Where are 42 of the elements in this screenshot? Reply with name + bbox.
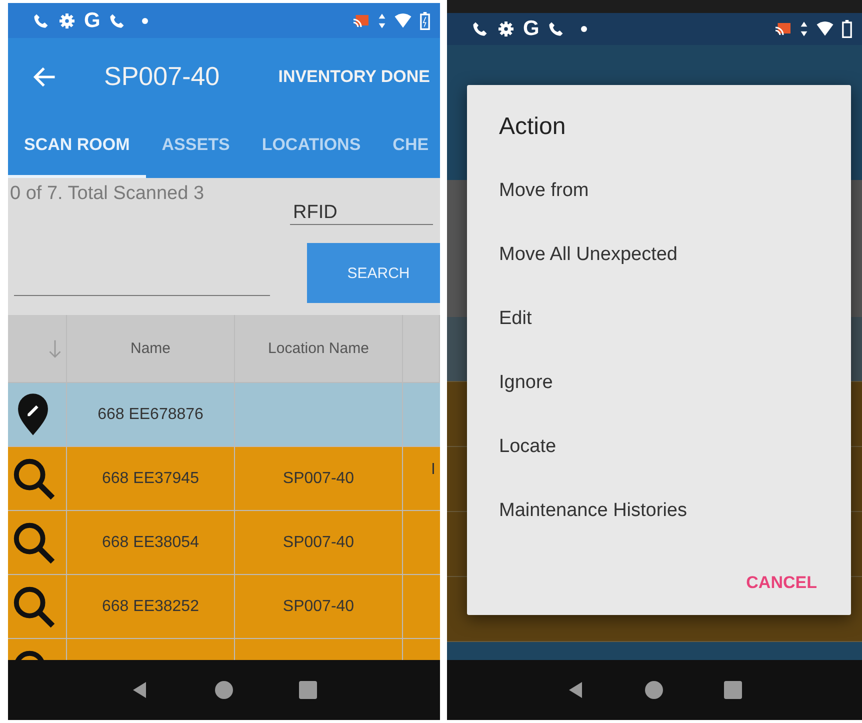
dialog-menu-item[interactable]: Move from [467, 159, 851, 223]
tab[interactable]: LOCATIONS [246, 115, 377, 178]
notification-letter: G [523, 17, 540, 41]
cast-icon [774, 20, 792, 38]
data-arrows-icon [800, 21, 808, 37]
screen-title: SP007-40 [104, 61, 220, 92]
dot-icon [581, 26, 588, 32]
phone-icon [32, 12, 50, 30]
search-icon[interactable] [12, 584, 56, 628]
dialog-title: Action [498, 113, 567, 141]
wifi-icon [816, 20, 834, 38]
search-icon[interactable] [12, 456, 56, 500]
dialog-menu-item[interactable]: Edit [467, 287, 851, 351]
recents-icon[interactable] [298, 680, 318, 700]
search-icon[interactable] [12, 520, 56, 564]
battery-icon [420, 12, 430, 30]
sort-arrow-icon [48, 338, 62, 360]
dot-icon [142, 18, 148, 24]
tab[interactable]: CHE [376, 115, 440, 178]
notification-letter: G [84, 8, 100, 32]
home-icon[interactable] [214, 680, 234, 700]
dialog-menu-item[interactable]: Move All Unexpected [467, 223, 851, 287]
phone-icon [108, 12, 126, 30]
data-arrows-icon [378, 12, 386, 28]
home-icon[interactable] [644, 680, 664, 700]
battery-icon [842, 20, 852, 38]
dialog-menu-item[interactable]: Ignore [467, 351, 851, 415]
phone-icon [547, 20, 566, 38]
cancel-button[interactable]: CANCEL [742, 569, 821, 597]
wifi-icon [394, 12, 412, 30]
dialog-menu-item[interactable]: Locate [467, 415, 851, 479]
gear-icon [58, 12, 76, 30]
inventory-done-button[interactable]: INVENTORY DONE [278, 62, 430, 90]
phone-icon [471, 20, 489, 38]
tab[interactable]: ASSETS [146, 115, 246, 178]
search-button[interactable]: SEARCH [307, 243, 440, 303]
dialog-menu-item[interactable]: Maintenance Histories [467, 479, 851, 543]
gear-icon [497, 20, 515, 38]
pin-edit-icon[interactable] [17, 392, 49, 436]
mode-field[interactable]: RFID [290, 195, 433, 225]
scan-summary: 0 of 7. Total Scanned 3 [9, 182, 206, 206]
recents-icon[interactable] [722, 680, 743, 700]
